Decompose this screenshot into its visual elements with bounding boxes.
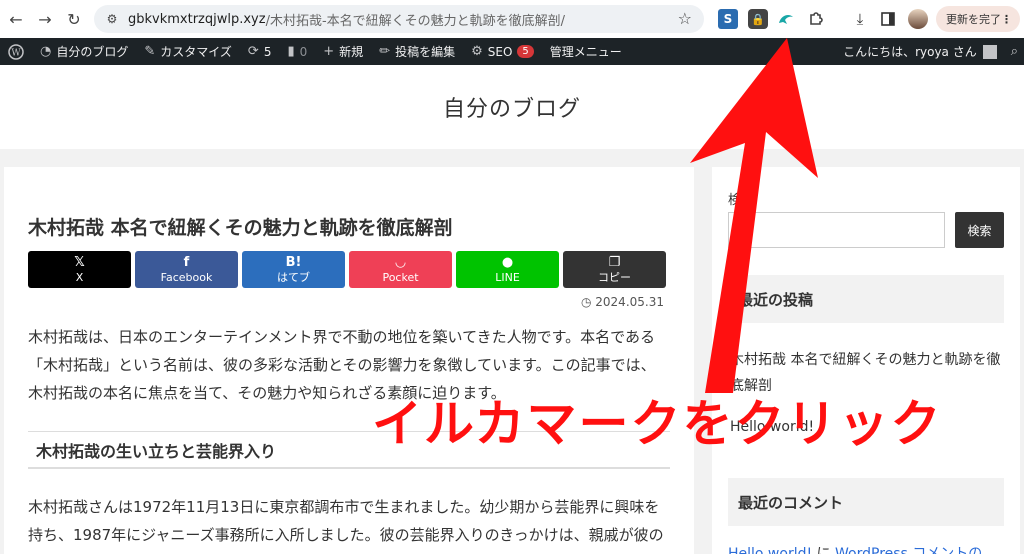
share-hatena-label: はてブ [277, 270, 310, 284]
recent-comments-heading: 最近のコメント [728, 478, 1004, 526]
wp-admin-bar: W ◔ 自分のブログ ✎ カスタマイズ ⟳ 5 ▮ 0 + 新規 ✏ 投稿を編集… [0, 38, 1024, 65]
update-label: 更新を完了 [946, 13, 1001, 26]
copy-icon: ❐ [608, 255, 621, 271]
adminbar-updates[interactable]: ⟳ 5 [240, 38, 280, 65]
side-panel-icon[interactable] [878, 9, 898, 29]
s-extension-icon[interactable]: S [718, 9, 738, 29]
share-pocket-button[interactable]: ◡ Pocket [349, 251, 452, 288]
recent-posts-heading: 最近の投稿 [728, 275, 1004, 323]
share-x-label: X [75, 270, 84, 284]
updates-icon: ⟳ [247, 44, 259, 59]
article-main: 木村拓哉 本名で紐解くその魅力と軌跡を徹底解剖 𝕏 X f Facebook B… [4, 167, 694, 554]
annotation-text: イルカマークをクリック [372, 395, 943, 453]
adminbar-edit-post[interactable]: ✏ 投稿を編集 [371, 38, 463, 65]
svg-text:W: W [11, 48, 21, 58]
line-icon: ● [501, 255, 514, 271]
reload-icon[interactable]: ↻ [61, 6, 87, 32]
comment-post-link[interactable]: Hello world! [728, 546, 812, 554]
menu-dots-icon: ⋮ [1001, 12, 1012, 26]
pocket-icon: ◡ [395, 255, 406, 271]
search-label: 検 [728, 193, 742, 208]
seo-gear-icon: ⚙ [471, 44, 483, 59]
comments-count: 0 [299, 44, 308, 59]
update-button[interactable]: 更新を完了 ⋮ [936, 6, 1020, 32]
edit-post-label: 投稿を編集 [395, 45, 456, 59]
pencil-icon: ✏ [379, 44, 391, 59]
brush-icon: ✎ [144, 44, 156, 59]
url-host: gbkvkmxtrzqjwlp.xyz [128, 11, 266, 27]
site-title[interactable]: 自分のブログ [443, 91, 581, 123]
download-icon[interactable]: ⤓ [850, 9, 870, 29]
share-copy-label: コピー [598, 270, 631, 284]
share-facebook-label: Facebook [160, 270, 213, 284]
customize-label: カスタマイズ [160, 45, 232, 59]
post-date: ◷ 2024.05.31 [581, 295, 664, 309]
site-header: 自分のブログ [0, 65, 1024, 149]
share-pocket-label: Pocket [382, 270, 419, 284]
site-name-label: 自分のブログ [56, 45, 129, 59]
recent-comment: Hello world! に WordPress コメントの [728, 543, 982, 554]
sidebar: 検 検索 最近の投稿 木村拓哉 本名で紐解くその魅力と軌跡を徹底解剖 Hello… [712, 167, 1020, 554]
new-label: 新規 [339, 45, 364, 59]
bookmark-star-icon[interactable]: ☆ [678, 9, 692, 28]
adminbar-account[interactable]: こんにちは、ryoya さん ⌕ [843, 38, 1018, 65]
share-line-button[interactable]: ● LINE [456, 251, 559, 288]
wp-logo-icon[interactable]: W [0, 38, 32, 65]
site-info-icon[interactable]: ⚙ [104, 11, 120, 27]
share-facebook-button[interactable]: f Facebook [135, 251, 238, 288]
hatena-icon: B! [285, 255, 302, 271]
url-path: /木村拓哉-本名で紐解くその魅力と軌跡を徹底解剖/ [265, 13, 566, 29]
adminbar-customize[interactable]: ✎ カスタマイズ [136, 38, 240, 65]
share-copy-button[interactable]: ❐ コピー [563, 251, 666, 288]
search-button[interactable]: 検索 [955, 212, 1004, 248]
adminbar-site-name[interactable]: ◔ 自分のブログ [32, 38, 136, 65]
adminbar-admin-menu[interactable]: 管理メニュー [542, 38, 630, 65]
back-arrow-icon[interactable]: ← [3, 6, 29, 32]
profile-avatar[interactable] [908, 9, 928, 29]
clock-icon: ◷ [580, 295, 592, 309]
puzzle-icon[interactable] [806, 9, 826, 29]
adminbar-new[interactable]: + 新規 [315, 38, 371, 65]
lock-extension-icon[interactable]: 🔒 [748, 9, 768, 29]
comment-author-link[interactable]: WordPress コメントの [835, 546, 982, 554]
share-hatena-button[interactable]: B! はてブ [242, 251, 345, 288]
seo-count-badge: 5 [517, 45, 534, 58]
share-line-label: LINE [495, 270, 520, 284]
share-buttons: 𝕏 X f Facebook B! はてブ ◡ Pocket ● LINE ❐ … [28, 251, 666, 288]
article-paragraph: 木村拓哉さんは1972年11月13日に東京都調布市で生まれました。幼少期から芸能… [28, 498, 664, 544]
adminbar-search-icon[interactable]: ⌕ [1011, 44, 1018, 59]
comment-separator: に [812, 546, 836, 554]
admin-avatar [982, 44, 997, 59]
forward-arrow-icon[interactable]: → [32, 6, 58, 32]
x-logo-icon: 𝕏 [74, 255, 85, 271]
dashboard-icon: ◔ [40, 44, 52, 59]
seo-label: SEO [487, 44, 513, 59]
updates-count: 5 [263, 44, 272, 59]
article-title: 木村拓哉 本名で紐解くその魅力と軌跡を徹底解剖 [28, 217, 453, 239]
admin-menu-label: 管理メニュー [549, 45, 622, 59]
greeting-label: こんにちは、ryoya さん [843, 45, 977, 59]
adminbar-comments[interactable]: ▮ 0 [279, 38, 315, 65]
facebook-icon: f [183, 255, 190, 271]
browser-toolbar: ← → ↻ ⚙ gbkvkmxtrzqjwlp.xyz /木村拓哉-本名で紐解く… [0, 0, 1024, 38]
dolphin-extension-icon[interactable] [776, 9, 796, 29]
plus-icon: + [323, 44, 335, 59]
post-date-value: 2024.05.31 [595, 295, 664, 309]
search-input[interactable] [728, 212, 945, 248]
adminbar-seo[interactable]: ⚙ SEO 5 [463, 38, 542, 65]
share-x-button[interactable]: 𝕏 X [28, 251, 131, 288]
comment-icon: ▮ [287, 44, 295, 59]
address-bar[interactable]: ⚙ gbkvkmxtrzqjwlp.xyz /木村拓哉-本名で紐解くその魅力と軌… [94, 5, 704, 33]
